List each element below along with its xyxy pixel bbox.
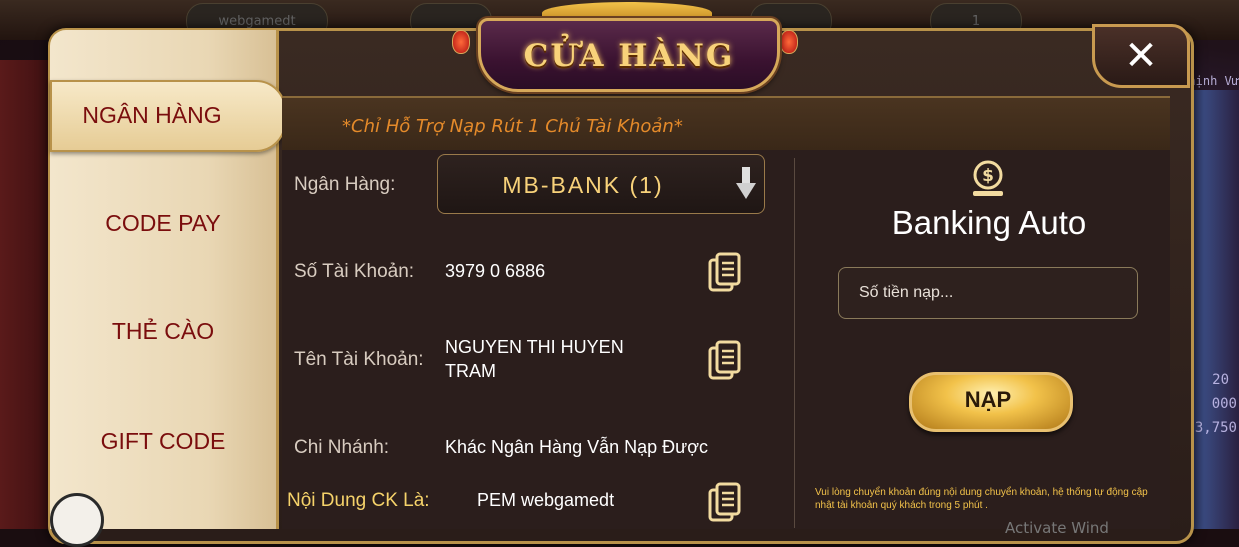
account-name-label: Tên Tài Khoản:: [294, 349, 424, 370]
banking-auto-title: Banking Auto: [891, 204, 1087, 241]
nap-button[interactable]: NẠP: [909, 372, 1073, 432]
notice-text: *Chỉ Hỗ Trợ Nạp Rút 1 Chủ Tài Khoản*: [342, 116, 683, 137]
chevron-down-icon: [736, 167, 756, 199]
auto-transfer-note: Vui lòng chuyển khoản đúng nội dung chuy…: [815, 487, 1148, 511]
svg-text:$: $: [982, 166, 994, 186]
bank-select-value: MB-BANK (1): [502, 172, 664, 198]
sidebar-item-label: NGÂN HÀNG: [82, 102, 222, 128]
column-divider: [794, 158, 795, 528]
bank-select[interactable]: MB-BANK (1): [437, 154, 765, 214]
close-button[interactable]: ✕: [1092, 24, 1190, 88]
notice-bar: *Chỉ Hỗ Trợ Nạp Rút 1 Chủ Tài Khoản*: [282, 96, 1170, 152]
account-number-value: 3979 0 6886: [445, 261, 546, 281]
sidebar-item-code-pay[interactable]: CODE PAY: [50, 210, 276, 237]
close-icon: ✕: [1124, 33, 1158, 79]
money-bag-icon: $: [973, 160, 1003, 196]
account-name-line1: NGUYEN THI HUYEN: [445, 337, 624, 357]
right-number-2: 000: [1211, 396, 1237, 412]
branch-value: Khác Ngân Hàng Vẫn Nạp Được: [445, 437, 708, 457]
right-number-1: 20: [1212, 372, 1229, 388]
windows-watermark: Activate Wind: [1005, 519, 1109, 537]
sidebar-item-gift-code[interactable]: GIFT CODE: [50, 428, 276, 455]
username-text: webgamedt: [218, 13, 296, 29]
count-text: 1: [971, 13, 981, 29]
amount-input[interactable]: [838, 267, 1138, 319]
lantern-icon: [452, 30, 470, 54]
title-plate: CỬA HÀNG: [478, 18, 780, 92]
branch-label: Chi Nhánh:: [294, 437, 390, 458]
history-button[interactable]: [50, 493, 104, 547]
right-number-3: 3,750: [1194, 420, 1237, 436]
copy-transfer-content-icon[interactable]: [708, 482, 742, 522]
copy-account-number-icon[interactable]: [708, 252, 742, 292]
bank-label: Ngân Hàng:: [294, 174, 396, 195]
transfer-content-label: Nội Dung CK Là:: [287, 490, 430, 511]
lantern-icon: [780, 30, 798, 54]
transfer-content-value: PEM webgamedt: [477, 490, 615, 510]
sidebar-item-ngan-hang[interactable]: NGÂN HÀNG: [50, 80, 286, 152]
sidebar-item-the-cao[interactable]: THẺ CÀO: [50, 318, 276, 345]
account-number-label: Số Tài Khoản:: [294, 261, 415, 282]
copy-account-name-icon[interactable]: [708, 340, 742, 380]
account-name-line2: TRAM: [445, 361, 496, 381]
page-title: CỬA HÀNG: [523, 38, 735, 74]
nap-button-label: NẠP: [964, 387, 1012, 412]
